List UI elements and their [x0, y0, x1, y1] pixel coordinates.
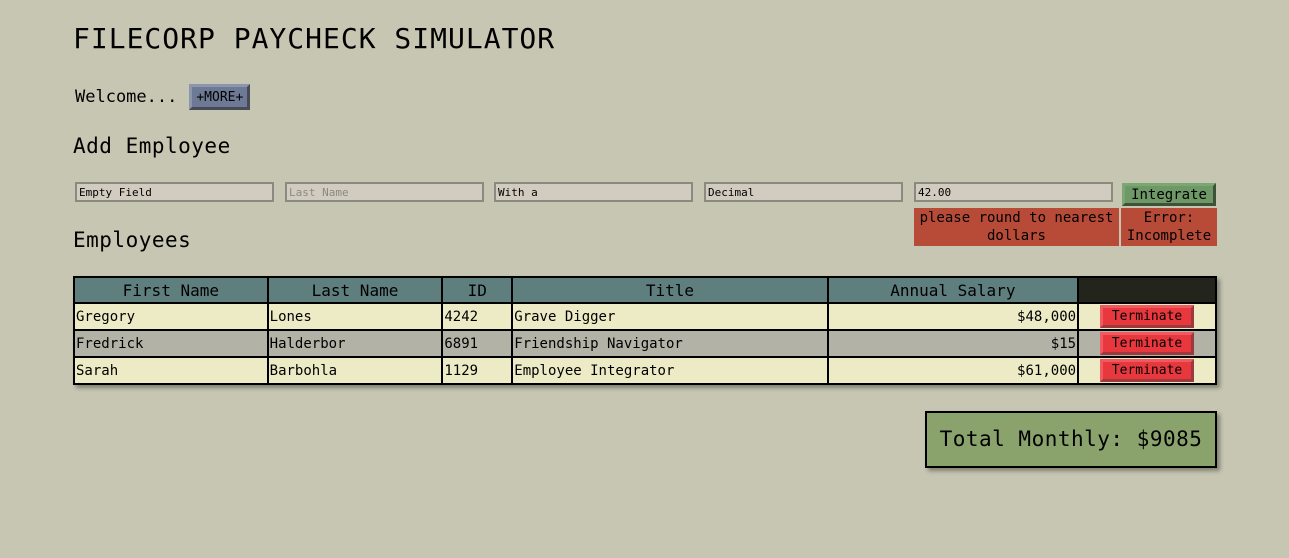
- first-name-input[interactable]: [75, 182, 274, 202]
- page-title: FILECORP PAYCHECK SIMULATOR: [73, 22, 556, 55]
- terminate-button[interactable]: Terminate: [1100, 359, 1195, 382]
- total-monthly: Total Monthly: $9085: [925, 411, 1217, 468]
- last-name-cell: Barbohla: [266, 356, 444, 385]
- last-name-input[interactable]: [285, 182, 484, 202]
- title-cell: Grave Digger: [511, 302, 829, 331]
- last-name-cell: Lones: [266, 302, 444, 331]
- id-input[interactable]: [494, 182, 693, 202]
- employees-heading: Employees: [73, 228, 192, 252]
- column-header-last-name: Last Name: [266, 276, 444, 304]
- column-header-annual-salary: Annual Salary: [826, 276, 1080, 304]
- title-cell: Employee Integrator: [511, 356, 829, 385]
- table-header-row: First Name Last Name ID Title Annual Sal…: [73, 276, 1217, 304]
- first-name-cell: Gregory: [73, 302, 269, 331]
- last-name-cell: Halderbor: [266, 329, 444, 358]
- first-name-cell: Sarah: [73, 356, 269, 385]
- form-error-message: Error: Incomplete: [1121, 208, 1217, 246]
- action-cell: Terminate: [1077, 329, 1217, 358]
- id-cell: 4242: [441, 302, 514, 331]
- id-cell: 6891: [441, 329, 514, 358]
- table-row: Sarah Barbohla 1129 Employee Integrator …: [73, 356, 1217, 385]
- salary-cell: $48,000: [826, 302, 1080, 331]
- salary-cell: $61,000: [826, 356, 1080, 385]
- annual-salary-input[interactable]: [914, 182, 1113, 202]
- employees-table: First Name Last Name ID Title Annual Sal…: [73, 276, 1217, 385]
- title-cell: Friendship Navigator: [511, 329, 829, 358]
- add-employee-heading: Add Employee: [73, 134, 231, 158]
- id-cell: 1129: [441, 356, 514, 385]
- table-row: Gregory Lones 4242 Grave Digger $48,000 …: [73, 302, 1217, 331]
- welcome-text: Welcome...: [75, 87, 178, 107]
- terminate-button[interactable]: Terminate: [1100, 332, 1195, 355]
- column-header-title: Title: [511, 276, 829, 304]
- action-cell: Terminate: [1077, 302, 1217, 331]
- welcome-row: Welcome... +MORE+: [75, 84, 251, 110]
- salary-cell: $15: [826, 329, 1080, 358]
- table-row: Fredrick Halderbor 6891 Friendship Navig…: [73, 329, 1217, 358]
- integrate-button[interactable]: Integrate: [1122, 183, 1216, 206]
- more-button[interactable]: +MORE+: [189, 84, 251, 110]
- first-name-cell: Fredrick: [73, 329, 269, 358]
- column-header-actions: [1077, 276, 1217, 304]
- title-input[interactable]: [704, 182, 903, 202]
- column-header-first-name: First Name: [73, 276, 269, 304]
- action-cell: Terminate: [1077, 356, 1217, 385]
- salary-error-message: please round to nearest dollars: [914, 208, 1119, 246]
- terminate-button[interactable]: Terminate: [1100, 305, 1195, 328]
- column-header-id: ID: [441, 276, 514, 304]
